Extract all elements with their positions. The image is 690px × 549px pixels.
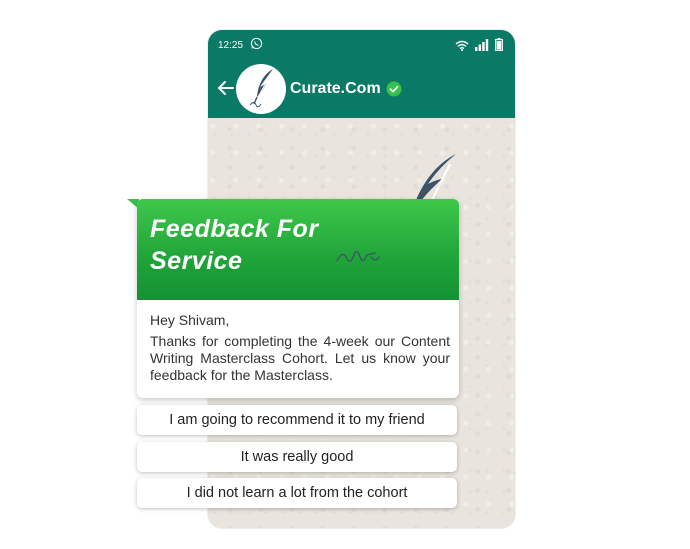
message-text: Thanks for completing the 4-week our Con… [150, 333, 450, 383]
feather-icon [249, 69, 273, 108]
status-bar: 12:25 [208, 30, 515, 60]
quick-reply-label: I am going to recommend it to my friend [169, 412, 425, 428]
greeting: Hey Shivam, [150, 312, 230, 328]
card-body: Hey Shivam, Thanks for completing the 4-… [150, 312, 450, 384]
quick-reply-label: It was really good [240, 449, 354, 465]
arrow-left-icon[interactable] [216, 78, 236, 98]
quick-reply-button[interactable]: I am going to recommend it to my friend [137, 405, 457, 435]
verified-check-icon [386, 81, 402, 97]
scribble-decoration [336, 250, 380, 262]
quick-reply-label: I did not learn a lot from the cohort [186, 485, 408, 501]
avatar[interactable] [236, 64, 286, 114]
whatsapp-icon [250, 37, 263, 50]
quick-reply-button[interactable]: It was really good [137, 442, 457, 472]
card-banner: Feedback For Service [137, 199, 459, 300]
battery-icon [495, 38, 503, 51]
chat-header: Curate.Com [208, 60, 515, 118]
status-time: 12:25 [218, 40, 244, 51]
signal-icon [475, 39, 489, 51]
wifi-icon [455, 40, 469, 51]
banner-title-line1: Feedback For [150, 215, 319, 243]
message-card: Feedback For Service Hey Shivam, Thanks … [137, 199, 459, 398]
quick-reply-button[interactable]: I did not learn a lot from the cohort [137, 478, 457, 508]
contact-name[interactable]: Curate.Com [290, 80, 381, 98]
status-icons [455, 38, 503, 51]
